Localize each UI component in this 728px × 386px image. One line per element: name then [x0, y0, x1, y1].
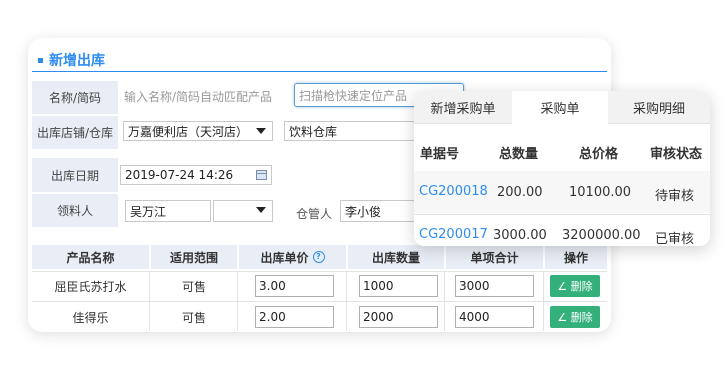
price-input[interactable]: 2.00	[255, 306, 334, 328]
table-cell-product: 屈臣氏苏打水	[54, 279, 127, 294]
name-label: 名称/简码	[32, 81, 118, 114]
help-icon[interactable]: ?	[312, 251, 325, 263]
order-status: 已审核	[655, 232, 695, 246]
table-cell-scope: 可售	[181, 310, 206, 325]
col-header-action: 操作	[545, 245, 607, 269]
table-cell-scope: 可售	[181, 279, 206, 294]
popup-col-price: 总价格	[579, 147, 619, 162]
form-header: 新增出库	[38, 50, 105, 70]
receiver-input[interactable]: 吴万江	[125, 200, 211, 222]
receiver-select[interactable]	[213, 200, 273, 222]
total-input[interactable]: 3000	[455, 275, 534, 297]
qty-input[interactable]: 2000	[359, 306, 438, 328]
row-divider	[414, 214, 710, 215]
store-label: 出库店铺/仓库	[32, 116, 118, 149]
chevron-down-icon	[256, 128, 266, 134]
order-id-link[interactable]: CG200017	[419, 227, 488, 242]
col-header-total: 单项合计	[446, 245, 543, 269]
popup-col-id: 单据号	[420, 147, 460, 162]
popup-col-qty: 总数量	[499, 147, 539, 162]
order-qty: 3000.00	[493, 228, 547, 243]
order-price: 10100.00	[569, 185, 632, 200]
order-price: 3200000.00	[562, 228, 641, 243]
col-divider	[346, 271, 347, 331]
keeper-input[interactable]: 李小俊	[340, 200, 420, 222]
col-divider	[149, 271, 150, 331]
header-divider	[32, 71, 607, 72]
popup-col-status: 审核状态	[650, 147, 703, 162]
col-header-product: 产品名称	[32, 245, 149, 269]
warehouse-select[interactable]: 饮料仓库	[284, 121, 424, 141]
date-label: 出库日期	[32, 158, 118, 192]
calendar-icon[interactable]	[256, 170, 267, 180]
tab-new-purchase-order[interactable]: 新增采购单	[414, 91, 512, 123]
table-cell-product: 佳得乐	[72, 310, 109, 325]
store-select[interactable]: 万嘉便利店（天河店）	[123, 121, 273, 141]
col-header-scope: 适用范围	[151, 245, 237, 269]
product-search-input[interactable]: 输入名称/简码自动匹配产品	[120, 84, 286, 108]
purchase-order-popup: 新增采购单 采购单 采购明细 单据号 总数量 总价格 审核状态 CG200018…	[414, 91, 710, 246]
date-picker[interactable]: 2019-07-24 14:26	[120, 165, 272, 185]
order-id-link[interactable]: CG200018	[419, 184, 488, 199]
price-input[interactable]: 3.00	[255, 275, 334, 297]
col-divider	[444, 271, 445, 331]
form-title: 新增出库	[49, 53, 105, 69]
delete-button[interactable]: ∠ 删除	[550, 306, 600, 328]
receiver-label: 领料人	[32, 194, 118, 227]
tab-purchase-order[interactable]: 采购单	[512, 91, 608, 124]
order-status: 待审核	[655, 189, 695, 204]
col-divider	[543, 271, 544, 331]
col-divider	[237, 271, 238, 331]
keeper-label: 仓管人	[296, 207, 333, 221]
delete-button[interactable]: ∠ 删除	[550, 275, 600, 297]
popup-tabs: 新增采购单 采购单 采购明细	[414, 91, 710, 124]
col-header-qty: 出库数量	[348, 245, 444, 269]
col-header-price: 出库单价?	[239, 245, 346, 269]
qty-input[interactable]: 1000	[359, 275, 438, 297]
total-input[interactable]: 4000	[455, 306, 534, 328]
title-marker-icon	[38, 57, 43, 63]
order-qty: 200.00	[497, 185, 543, 200]
chevron-down-icon	[256, 207, 266, 213]
tab-purchase-details[interactable]: 采购明细	[608, 91, 710, 123]
